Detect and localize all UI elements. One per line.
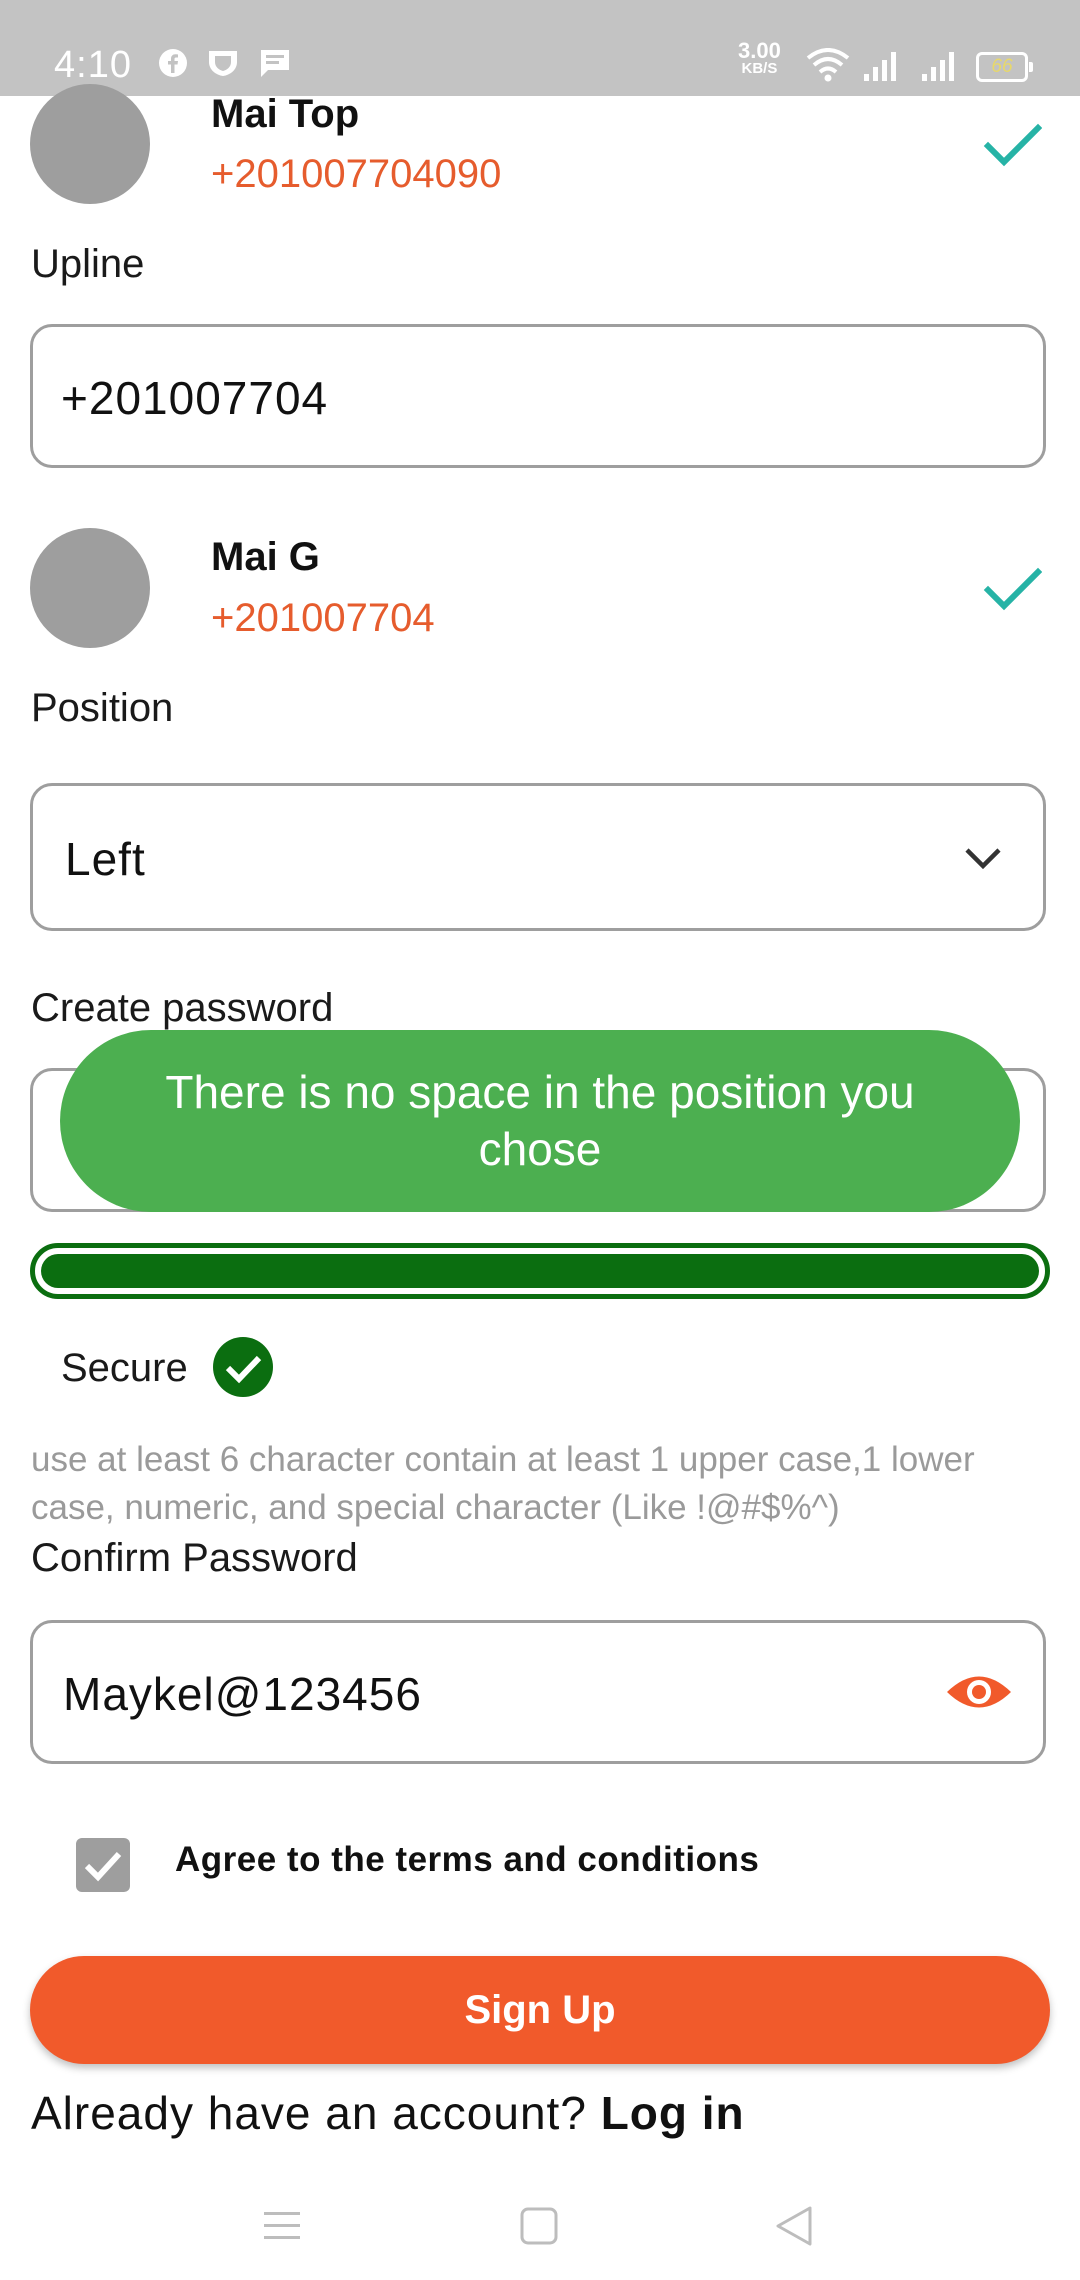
login-prompt: Already have an account? Log in: [31, 2086, 745, 2140]
network-speed-unit: KB/S: [741, 60, 778, 77]
confirm-password-label: Confirm Password: [31, 1536, 358, 1580]
check-circle-icon: [213, 1337, 273, 1397]
facebook-icon: [159, 49, 187, 77]
shield-icon: [209, 51, 237, 76]
wifi-icon: [806, 48, 850, 82]
battery-icon: 66: [976, 52, 1033, 82]
network-speed-value: 3.00: [738, 38, 781, 63]
signal-icon-2: [922, 52, 954, 81]
upline-input-value: +201007704: [61, 372, 329, 424]
home-icon[interactable]: [519, 2206, 559, 2246]
login-link[interactable]: Log in: [601, 2087, 745, 2139]
password-strength-bar: [30, 1243, 1050, 1299]
message-icon: [261, 50, 289, 77]
checkbox-check-icon: [84, 1851, 122, 1882]
login-question: Already have an account?: [31, 2087, 601, 2139]
toast-message: There is no space in the position you ch…: [165, 1066, 915, 1175]
upline-user-check-icon: [983, 567, 1042, 611]
confirm-password-input[interactable]: Maykel@123456: [30, 1620, 1046, 1764]
strength-status-text: Secure: [61, 1346, 188, 1390]
sign-up-button[interactable]: Sign Up: [30, 1956, 1050, 2064]
upline-input[interactable]: +201007704: [30, 324, 1046, 468]
top-user-name: Mai Top: [211, 92, 360, 136]
error-toast: There is no space in the position you ch…: [60, 1030, 1020, 1212]
top-user-check-icon: [983, 123, 1042, 167]
status-time: 4:10: [54, 44, 132, 86]
password-hint: use at least 6 character contain at leas…: [31, 1440, 975, 1527]
upline-label: Upline: [31, 242, 145, 286]
status-bar: 4:10 3.00 KB/S 66: [0, 0, 1080, 96]
back-icon[interactable]: [774, 2204, 814, 2248]
system-nav-bar: [0, 2180, 1080, 2280]
upline-user-name: Mai G: [211, 535, 320, 579]
menu-icon[interactable]: [262, 2208, 302, 2244]
eye-icon[interactable]: [945, 1669, 1013, 1715]
upline-user-phone: +201007704: [211, 596, 435, 640]
network-speed: 3.00 KB/S: [738, 38, 781, 78]
terms-checkbox[interactable]: [76, 1838, 130, 1892]
position-dropdown[interactable]: Left: [30, 783, 1046, 931]
position-selected-value: Left: [65, 833, 146, 885]
terms-label[interactable]: Agree to the terms and conditions: [175, 1840, 759, 1880]
top-user-avatar: [30, 84, 150, 204]
confirm-password-value: Maykel@123456: [63, 1668, 422, 1720]
chevron-down-icon: [965, 848, 1001, 870]
password-strength-fill: [41, 1254, 1039, 1288]
upline-user-avatar: [30, 528, 150, 648]
position-label: Position: [31, 686, 174, 730]
create-password-label: Create password: [31, 986, 334, 1030]
signal-icon-1: [864, 52, 896, 81]
top-user-phone: +201007704090: [211, 152, 502, 196]
